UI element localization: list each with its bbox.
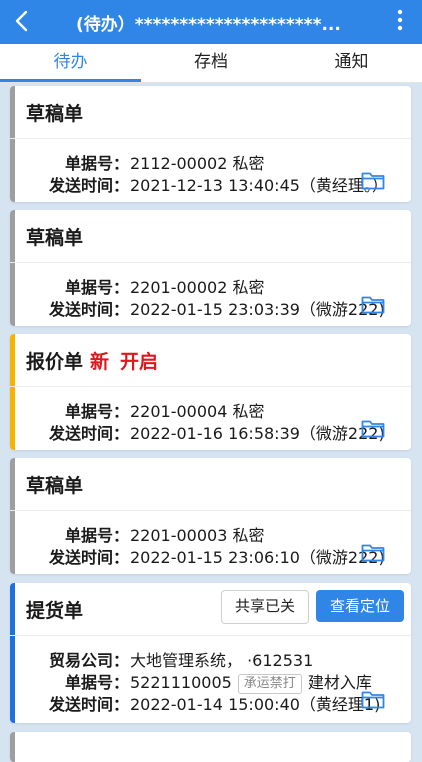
folder-icon[interactable] — [361, 689, 385, 709]
back-button[interactable] — [6, 6, 36, 36]
status-bar — [10, 732, 15, 762]
bill-number-label: 单据号： — [64, 402, 129, 421]
company-value: 大地管理系统， ·612531 — [130, 651, 314, 670]
view-location-button[interactable]: 查看定位 — [316, 590, 404, 622]
folder-icon[interactable] — [361, 170, 385, 190]
folder-icon[interactable] — [361, 542, 385, 562]
more-vertical-icon — [397, 9, 403, 31]
card-title: 提货单 — [26, 600, 84, 622]
top-bar: (待办）*********************... — [0, 0, 422, 44]
card-title: 草稿单 — [26, 227, 84, 249]
card-title: 报价单 — [26, 351, 84, 373]
bill-number-value: 2201-00004 私密 — [130, 402, 265, 421]
card-header: 报价单 新 开启 — [10, 334, 411, 387]
page-title: (待办）*********************... — [76, 15, 341, 35]
send-time-label: 发送时间： — [48, 548, 129, 567]
bill-number-value: 2112-00002 私密 — [130, 154, 265, 173]
bill-number-value: 2201-00002 私密 — [130, 278, 265, 297]
list-item[interactable]: 报价单 新 开启 单据号： 2201-00004 私密 发送时间： 2022-0… — [10, 334, 411, 450]
folder-icon[interactable] — [361, 418, 385, 438]
card-header: 提货单 共享已关 查看定位 — [10, 583, 411, 636]
card-header: 草稿单 — [10, 210, 411, 263]
card-title: 草稿单 — [26, 103, 84, 125]
company-label: 贸易公司： — [48, 651, 129, 670]
send-time-label: 发送时间： — [48, 424, 129, 443]
more-button[interactable] — [388, 8, 412, 32]
share-toggle-button[interactable]: 共享已关 — [221, 590, 309, 624]
send-time-value: 2021-12-13 13:40:45（黄经理。） — [130, 176, 388, 195]
bill-number-label: 单据号： — [64, 526, 129, 545]
send-time-label: 发送时间： — [48, 176, 129, 195]
card-header: 草稿单 — [10, 86, 411, 139]
send-time-label: 发送时间： — [48, 300, 129, 319]
send-time-label: 发送时间： — [48, 695, 129, 714]
tab-archive[interactable]: 存档 — [141, 44, 281, 82]
folder-icon[interactable] — [361, 294, 385, 314]
list-item[interactable]: 草稿单 单据号： 2112-00002 私密 发送时间： 2021-12-13 … — [10, 86, 411, 202]
new-badge: 新 — [90, 351, 110, 373]
list-item[interactable]: 草稿单 单据号： 2201-00003 私密 发送时间： 2022-01-15 … — [10, 458, 411, 574]
send-time-value: 2022-01-16 16:58:39（微游222) — [130, 424, 385, 443]
open-badge: 开启 — [120, 351, 159, 373]
bill-number-label: 单据号： — [64, 673, 129, 692]
send-time-value: 2022-01-15 23:06:10（微游222) — [130, 548, 385, 567]
bill-number-value: 2201-00003 私密 — [130, 526, 265, 545]
chevron-left-icon — [15, 10, 28, 32]
list-item[interactable] — [10, 732, 411, 762]
tab-todo[interactable]: 待办 — [0, 44, 141, 82]
send-time-value: 2022-01-15 23:03:39（微游222) — [130, 300, 385, 319]
tab-bar: 待办 存档 通知 — [0, 44, 422, 83]
list-item[interactable]: 草稿单 单据号： 2201-00002 私密 发送时间： 2022-01-15 … — [10, 210, 411, 326]
bill-number-label: 单据号： — [64, 154, 129, 173]
active-tab-indicator — [0, 79, 141, 82]
card-title: 草稿单 — [26, 475, 84, 497]
list-item[interactable]: 提货单 共享已关 查看定位 贸易公司： 大地管理系统， ·612531 单据号：… — [10, 583, 411, 723]
bill-number: 5221110005 — [130, 673, 232, 692]
bill-number-label: 单据号： — [64, 278, 129, 297]
send-time-value: 2022-01-14 15:00:40（黄经理1) — [130, 695, 381, 714]
tab-notifications[interactable]: 通知 — [281, 44, 422, 82]
card-header: 草稿单 — [10, 458, 411, 511]
